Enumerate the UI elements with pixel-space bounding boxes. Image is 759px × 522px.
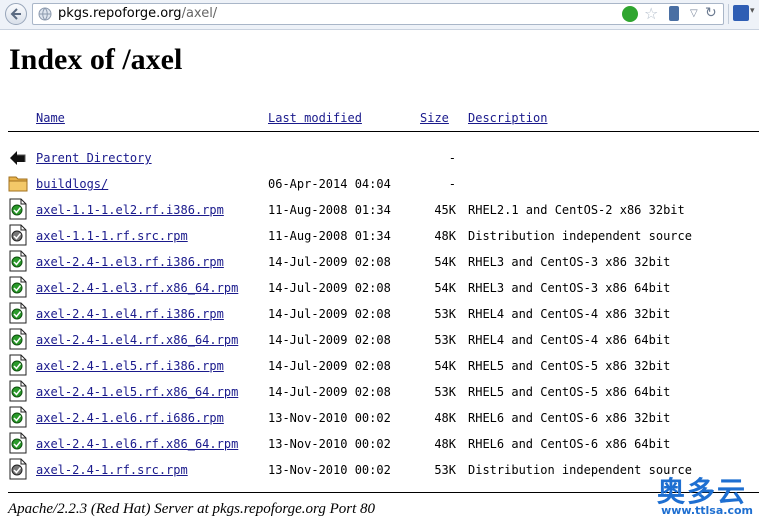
binary-file-icon (8, 406, 28, 428)
binary-file-icon (8, 198, 28, 220)
sort-by-modified-link[interactable]: Last modified (268, 111, 362, 125)
last-modified: 11-Aug-2008 01:34 (268, 229, 391, 243)
file-link[interactable]: axel-2.4-1.el6.rf.x86_64.rpm (36, 437, 238, 451)
table-row: axel-2.4-1.el5.rf.i386.rpm 14-Jul-2009 02… (0, 354, 759, 380)
last-modified: 13-Nov-2010 00:02 (268, 411, 391, 425)
sort-by-name-link[interactable]: Name (36, 111, 65, 125)
toolbar-separator (728, 4, 729, 24)
source-file-icon (8, 458, 28, 480)
file-link[interactable]: axel-2.4-1.el6.rf.i686.rpm (36, 411, 224, 425)
last-modified: 14-Jul-2009 02:08 (268, 255, 391, 269)
last-modified: 14-Jul-2009 02:08 (268, 359, 391, 373)
table-row: axel-2.4-1.el6.rf.x86_64.rpm 13-Nov-2010 … (0, 432, 759, 458)
header-divider (8, 131, 759, 132)
url-host: pkgs.repoforge.org (58, 6, 182, 21)
search-engine-dropdown-icon[interactable]: ▾ (750, 6, 755, 16)
table-row: axel-2.4-1.el3.rf.x86_64.rpm 14-Jul-2009 … (0, 276, 759, 302)
bookmark-star-icon[interactable]: ☆ (644, 5, 658, 23)
file-link[interactable]: axel-2.4-1.el5.rf.x86_64.rpm (36, 385, 238, 399)
file-link[interactable]: buildlogs/ (36, 177, 108, 191)
file-link[interactable]: axel-2.4-1.el3.rf.x86_64.rpm (36, 281, 238, 295)
page-title: Index of /axel (9, 43, 183, 76)
file-link[interactable]: Parent Directory (36, 151, 152, 165)
file-size: 53K (434, 333, 456, 347)
mobile-device-icon[interactable] (669, 6, 679, 21)
binary-file-icon (8, 276, 28, 298)
file-description: RHEL2.1 and CentOS-2 x86 32bit (468, 203, 685, 217)
file-size: 53K (434, 307, 456, 321)
file-size: - (448, 151, 456, 165)
sort-by-size-link[interactable]: Size (420, 111, 449, 125)
back-button[interactable] (5, 3, 27, 25)
binary-file-icon (8, 354, 28, 376)
table-row: buildlogs/06-Apr-2014 04:04 - (0, 172, 759, 198)
arrow-left-icon (10, 8, 21, 20)
file-description: RHEL6 and CentOS-6 x86 64bit (468, 437, 671, 451)
go-arrow-icon[interactable] (622, 6, 638, 22)
table-row: axel-2.4-1.el3.rf.i386.rpm 14-Jul-2009 02… (0, 250, 759, 276)
binary-file-icon (8, 432, 28, 454)
last-modified: 14-Jul-2009 02:08 (268, 281, 391, 295)
globe-icon (38, 7, 52, 21)
folder-icon (8, 172, 28, 194)
sort-by-description-link[interactable]: Description (468, 111, 547, 125)
last-modified: 14-Jul-2009 02:08 (268, 385, 391, 399)
file-link[interactable]: axel-2.4-1.el4.rf.x86_64.rpm (36, 333, 238, 347)
file-description: RHEL4 and CentOS-4 x86 64bit (468, 333, 671, 347)
back-arrow-icon (8, 146, 28, 168)
file-description: RHEL5 and CentOS-5 x86 32bit (468, 359, 671, 373)
address-bar[interactable]: pkgs.repoforge.org/axel/ ☆ ▽ ↻ (32, 3, 724, 25)
file-link[interactable]: axel-2.4-1.el4.rf.i386.rpm (36, 307, 224, 321)
file-description: RHEL5 and CentOS-5 x86 64bit (468, 385, 671, 399)
file-link[interactable]: axel-2.4-1.rf.src.rpm (36, 463, 188, 477)
file-size: 54K (434, 255, 456, 269)
file-link[interactable]: axel-1.1-1.el2.rf.i386.rpm (36, 203, 224, 217)
file-description: RHEL3 and CentOS-3 x86 32bit (468, 255, 671, 269)
file-size: 48K (434, 437, 456, 451)
file-size: 53K (434, 385, 456, 399)
file-size: 45K (434, 203, 456, 217)
last-modified: 14-Jul-2009 02:08 (268, 333, 391, 347)
last-modified: 13-Nov-2010 00:02 (268, 463, 391, 477)
binary-file-icon (8, 302, 28, 324)
file-size: 53K (434, 463, 456, 477)
history-dropdown-icon[interactable]: ▽ (690, 5, 698, 23)
table-row: axel-1.1-1.rf.src.rpm 11-Aug-2008 01:34 48… (0, 224, 759, 250)
file-description: RHEL3 and CentOS-3 x86 64bit (468, 281, 671, 295)
file-size: 54K (434, 281, 456, 295)
file-link[interactable]: axel-2.4-1.el3.rf.i386.rpm (36, 255, 224, 269)
url-text[interactable]: pkgs.repoforge.org/axel/ (58, 6, 217, 21)
table-row: axel-2.4-1.el5.rf.x86_64.rpm 14-Jul-2009 … (0, 380, 759, 406)
watermark-url: www.ttlsa.com (661, 504, 753, 517)
reload-icon[interactable]: ↻ (705, 4, 717, 23)
binary-file-icon (8, 328, 28, 350)
file-link[interactable]: axel-2.4-1.el5.rf.i386.rpm (36, 359, 224, 373)
source-file-icon (8, 224, 28, 246)
watermark: 奥多云 www.ttlsa.com (625, 470, 755, 520)
last-modified: 06-Apr-2014 04:04 (268, 177, 391, 191)
binary-file-icon (8, 250, 28, 272)
server-signature: Apache/2.2.3 (Red Hat) Server at pkgs.re… (8, 501, 376, 517)
file-description: RHEL6 and CentOS-6 x86 32bit (468, 411, 671, 425)
file-description: Distribution independent source (468, 229, 692, 243)
binary-file-icon (8, 380, 28, 402)
last-modified: 14-Jul-2009 02:08 (268, 307, 391, 321)
search-engine-icon[interactable] (733, 5, 749, 21)
table-row: axel-2.4-1.el4.rf.i386.rpm 14-Jul-2009 02… (0, 302, 759, 328)
browser-toolbar: pkgs.repoforge.org/axel/ ☆ ▽ ↻ ▾ (0, 0, 759, 30)
file-size: 54K (434, 359, 456, 373)
table-row: axel-2.4-1.el4.rf.x86_64.rpm 14-Jul-2009 … (0, 328, 759, 354)
file-size: 48K (434, 411, 456, 425)
last-modified: 13-Nov-2010 00:02 (268, 437, 391, 451)
table-row: Parent Directory - (0, 146, 759, 172)
file-size: 48K (434, 229, 456, 243)
url-path: /axel/ (181, 6, 218, 21)
last-modified: 11-Aug-2008 01:34 (268, 203, 391, 217)
file-description: RHEL4 and CentOS-4 x86 32bit (468, 307, 671, 321)
file-size: - (448, 177, 456, 191)
table-row: axel-1.1-1.el2.rf.i386.rpm 11-Aug-2008 01… (0, 198, 759, 224)
table-row: axel-2.4-1.el6.rf.i686.rpm 13-Nov-2010 00… (0, 406, 759, 432)
file-link[interactable]: axel-1.1-1.rf.src.rpm (36, 229, 188, 243)
